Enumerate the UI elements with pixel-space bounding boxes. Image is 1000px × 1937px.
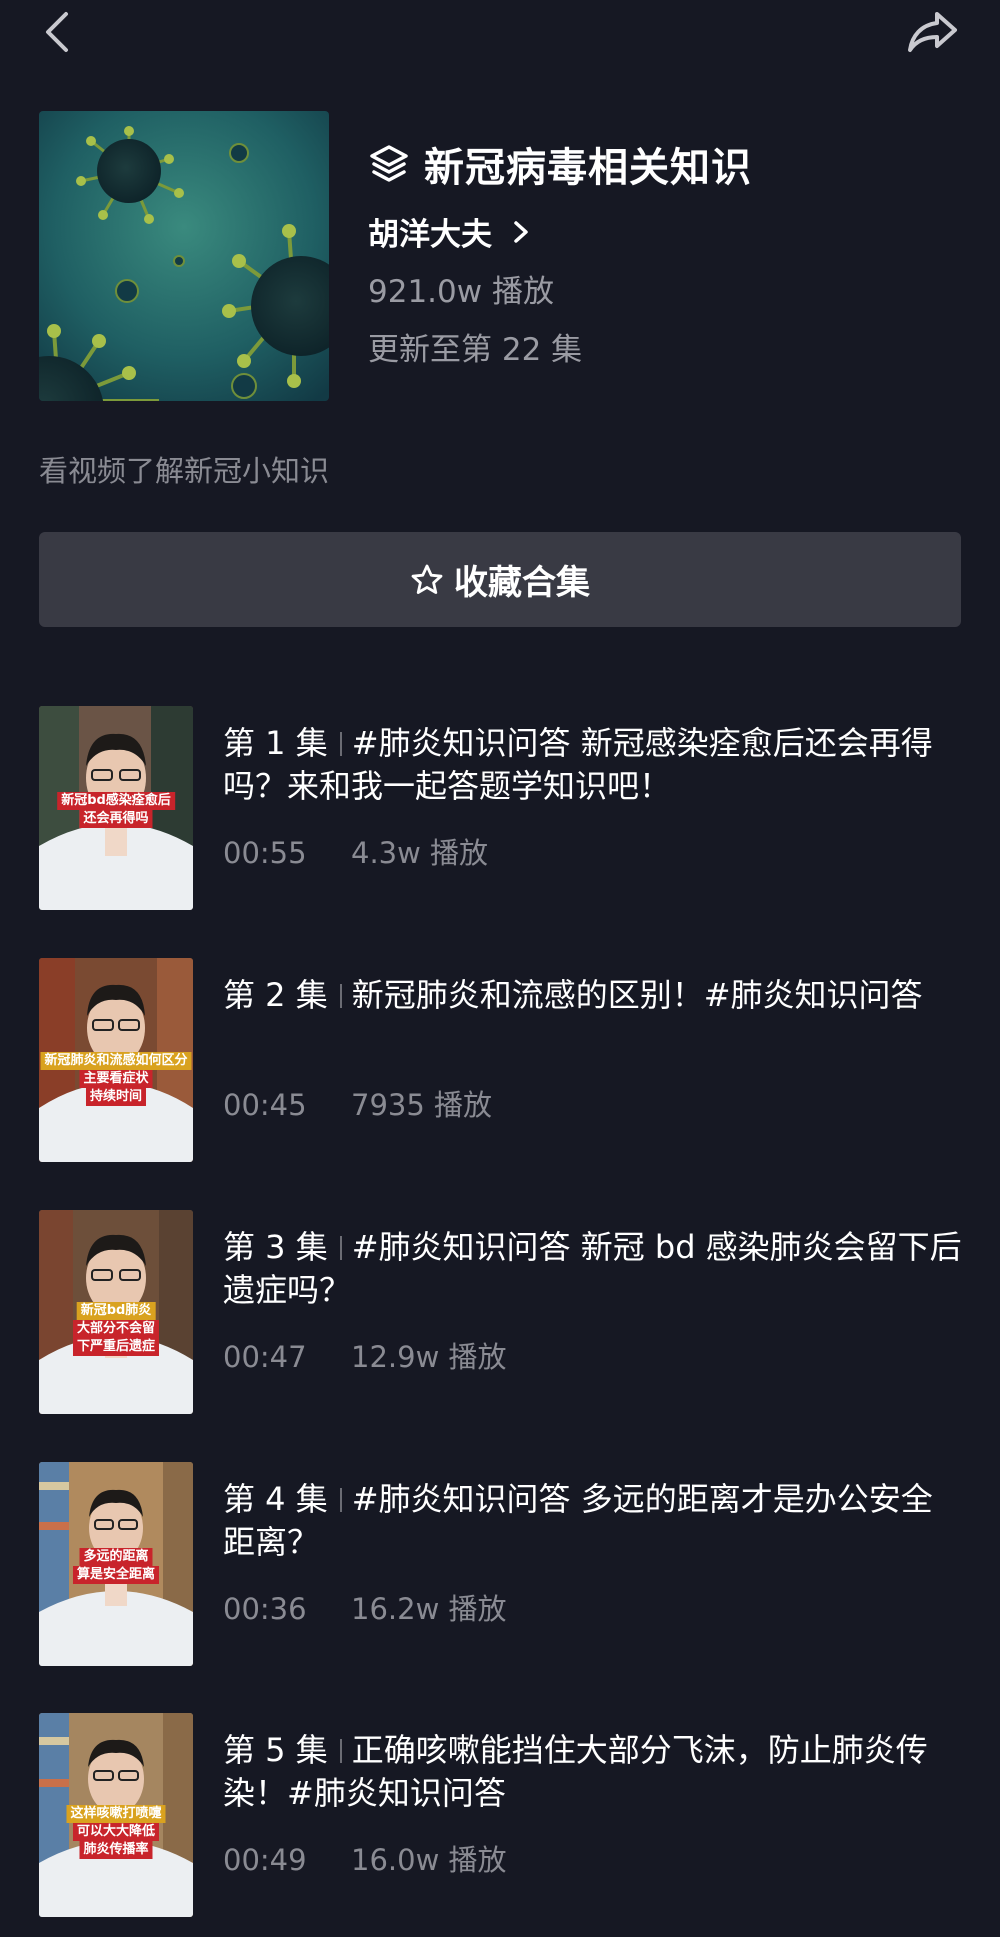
chevron-right-icon: [514, 220, 528, 243]
episode-separator: [339, 984, 342, 1008]
thumbnail-caption-line: 下严重后遗症: [72, 1338, 160, 1356]
episode-title: 正确咳嗽能挡住大部分飞沫，防止肺炎传染！#肺炎知识问答: [223, 1731, 928, 1812]
author-name: 胡洋大夫: [368, 217, 492, 253]
episode-meta: 00:47 12.9w 播放: [223, 1334, 507, 1376]
episode-item[interactable]: 多远的距离 算是安全距离 第 4 集 #肺炎知识问答 多远的距离才是办公安全距离？…: [39, 1462, 961, 1666]
thumbnail-caption-line: 新冠bd肺炎: [76, 1302, 156, 1320]
episode-play-count: 4.3w 播放: [351, 836, 489, 870]
thumbnail-caption-line: 新冠肺炎和流感如何区分: [40, 1052, 192, 1070]
author-link[interactable]: 胡洋大夫: [368, 209, 532, 254]
episode-number: 第 5 集: [223, 1731, 328, 1769]
thumbnail-caption-line: 算是安全距离: [72, 1566, 160, 1584]
episode-play-count: 12.9w 播放: [351, 1340, 507, 1374]
episode-item[interactable]: 新冠bd感染痊愈后 还会再得吗 第 1 集 #肺炎知识问答 新冠感染痊愈后还会再得…: [39, 706, 961, 910]
episode-number: 第 2 集: [223, 976, 328, 1014]
episode-title-block: 第 1 集 #肺炎知识问答 新冠感染痊愈后还会再得吗？来和我一起答题学知识吧！: [223, 722, 963, 808]
episode-title-block: 第 5 集正确咳嗽能挡住大部分飞沫，防止肺炎传染！#肺炎知识问答: [223, 1729, 963, 1815]
thumbnail-caption-line: 肺炎传播率: [79, 1841, 153, 1859]
thumbnail-caption-line: 大部分不会留: [72, 1320, 160, 1338]
share-arrow-icon: [908, 12, 957, 52]
collection-description: 看视频了解新冠小知识: [39, 454, 330, 488]
episode-duration: 00:36: [223, 1592, 307, 1626]
episode-thumbnail: 新冠bd感染痊愈后 还会再得吗: [39, 706, 193, 910]
episode-title: #肺炎知识问答 新冠 bd 感染肺炎会留下后遗症吗？: [223, 1228, 962, 1309]
thumbnail-caption-line: 多远的距离: [79, 1548, 153, 1566]
collect-button[interactable]: 收藏合集: [39, 532, 961, 627]
episode-title: #肺炎知识问答 新冠感染痊愈后还会再得吗？来和我一起答题学知识吧！: [223, 724, 933, 805]
episode-number: 第 4 集: [223, 1480, 328, 1518]
thumbnail-caption-line: 还会再得吗: [79, 810, 153, 828]
chevron-left-icon: [46, 12, 68, 52]
collection-play-count: 921.0w 播放: [368, 274, 554, 310]
collection-title-row: 新冠病毒相关知识: [368, 136, 752, 192]
episode-separator: [339, 732, 342, 756]
episode-thumbnail: 多远的距离 算是安全距离: [39, 1462, 193, 1666]
thumbnail-caption-line: 主要看症状: [79, 1070, 153, 1088]
episode-meta: 00:55 4.3w 播放: [223, 830, 488, 872]
episode-duration: 00:49: [223, 1843, 307, 1877]
episode-thumbnail: 新冠bd肺炎 大部分不会留 下严重后遗症: [39, 1210, 193, 1414]
episode-play-count: 16.2w 播放: [351, 1592, 507, 1626]
collection-update-status: 更新至第 22 集: [368, 332, 583, 368]
collection-title: 新冠病毒相关知识: [424, 145, 752, 191]
episode-thumbnail: 这样咳嗽打喷嚏 可以大大降低 肺炎传播率: [39, 1713, 193, 1917]
layers-icon: [370, 145, 408, 182]
episode-title-block: 第 3 集 #肺炎知识问答 新冠 bd 感染肺炎会留下后遗症吗？: [223, 1226, 963, 1312]
episode-meta: 00:36 16.2w 播放: [223, 1586, 507, 1628]
episode-separator: [339, 1488, 342, 1512]
share-button[interactable]: [905, 8, 961, 56]
episode-duration: 00:45: [223, 1088, 307, 1122]
episode-duration: 00:47: [223, 1340, 307, 1374]
episode-item[interactable]: 新冠bd肺炎 大部分不会留 下严重后遗症 第 3 集 #肺炎知识问答 新冠 bd …: [39, 1210, 963, 1414]
episode-thumbnail: 新冠肺炎和流感如何区分 主要看症状 持续时间: [39, 958, 193, 1162]
back-button[interactable]: [38, 6, 78, 58]
thumbnail-caption-line: 这样咳嗽打喷嚏: [66, 1805, 166, 1823]
episode-item[interactable]: 这样咳嗽打喷嚏 可以大大降低 肺炎传播率 第 5 集正确咳嗽能挡住大部分飞沫，防…: [39, 1713, 961, 1917]
episode-meta: 00:45 7935 播放: [223, 1082, 492, 1124]
thumbnail-caption-line: 可以大大降低: [72, 1823, 160, 1841]
episode-number: 第 1 集: [223, 724, 328, 762]
episode-meta: 00:49 16.0w 播放: [223, 1837, 507, 1879]
thumbnail-caption-line: 新冠bd感染痊愈后: [57, 792, 175, 810]
episode-number: 第 3 集: [223, 1228, 328, 1266]
episode-separator: [339, 1236, 342, 1260]
episode-separator: [339, 1739, 342, 1763]
star-outline-icon: [411, 564, 443, 594]
episode-item[interactable]: 新冠肺炎和流感如何区分 主要看症状 持续时间 第 2 集新冠肺炎和流感的区别！#…: [39, 958, 961, 1162]
episode-title: 新冠肺炎和流感的区别！#肺炎知识问答: [351, 976, 923, 1014]
episode-title-block: 第 4 集 #肺炎知识问答 多远的距离才是办公安全距离？: [223, 1478, 963, 1564]
collection-cover-image: [39, 111, 329, 401]
collect-button-label: 收藏合集: [454, 563, 590, 603]
episode-title: #肺炎知识问答 多远的距离才是办公安全距离？: [223, 1480, 933, 1561]
episode-duration: 00:55: [223, 836, 307, 870]
episode-play-count: 7935 播放: [351, 1088, 493, 1122]
episode-play-count: 16.0w 播放: [351, 1843, 507, 1877]
thumbnail-caption-line: 持续时间: [85, 1088, 147, 1106]
episode-title-block: 第 2 集新冠肺炎和流感的区别！#肺炎知识问答: [223, 974, 963, 1017]
